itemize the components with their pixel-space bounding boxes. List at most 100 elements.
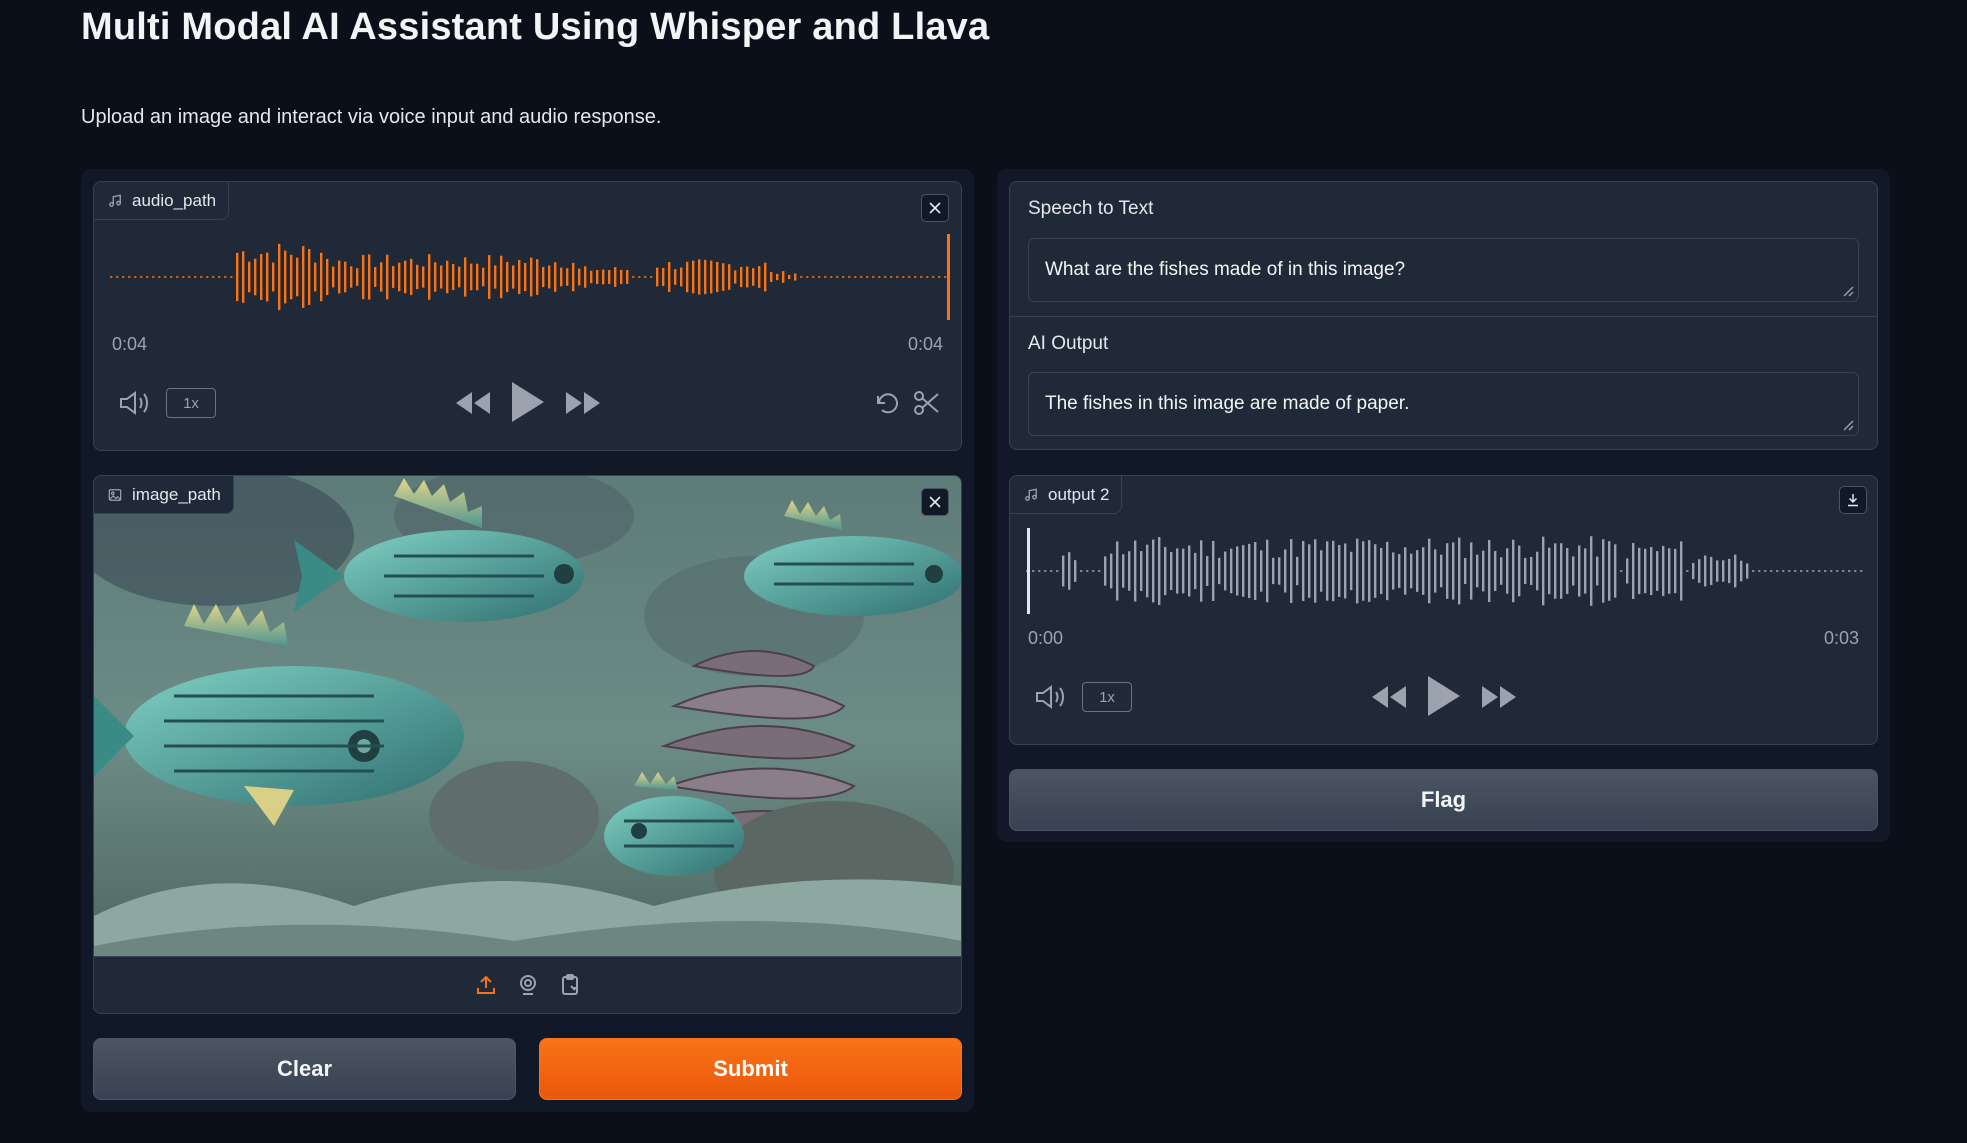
waveform-bar (368, 254, 371, 300)
volume-button[interactable] (1034, 682, 1068, 712)
waveform-bar (1548, 547, 1551, 595)
clear-audio-button[interactable] (921, 194, 949, 222)
scissors-icon (914, 391, 939, 415)
waveform-bar (806, 276, 809, 278)
waveform-bar (842, 276, 845, 278)
playback-speed-button[interactable]: 1x (166, 388, 216, 418)
waveform-bar (356, 268, 359, 286)
waveform-bar (170, 276, 173, 278)
waveform-bar (1344, 543, 1347, 599)
waveform-bar (362, 254, 365, 300)
webcam-source-button[interactable] (514, 971, 542, 999)
music-note-icon (108, 194, 122, 208)
waveform-bar (1188, 545, 1191, 597)
waveform-bar (254, 258, 257, 296)
waveform-bar (1500, 557, 1503, 585)
skip-backward-button[interactable] (454, 388, 492, 418)
waveform-bar (1614, 544, 1617, 598)
audio-input-waveform[interactable] (110, 234, 950, 320)
waveform-bar (1626, 558, 1629, 584)
waveform-bar (902, 276, 905, 278)
waveform-bar (1284, 549, 1287, 593)
playback-speed-button[interactable]: 1x (1082, 682, 1132, 712)
download-audio-button[interactable] (1839, 486, 1867, 514)
waveform-bar (1368, 540, 1371, 602)
waveform-bar (1590, 536, 1593, 606)
upload-source-button[interactable] (472, 971, 500, 999)
waveform-bar (1794, 570, 1797, 572)
trim-audio-button[interactable] (912, 388, 942, 418)
waveform-bar (476, 263, 479, 291)
waveform-bar (584, 266, 587, 288)
playhead-cursor[interactable] (1027, 528, 1030, 614)
waveform-bar (878, 276, 881, 278)
clear-image-button[interactable] (921, 488, 949, 516)
waveform-bar (302, 246, 305, 308)
play-button[interactable] (1422, 674, 1462, 718)
play-button[interactable] (506, 380, 546, 424)
speech-to-text-output[interactable]: What are the fishes made of in this imag… (1028, 238, 1859, 302)
waveform-bar (158, 276, 161, 278)
resize-handle-icon[interactable] (1842, 419, 1854, 431)
waveform-bar (1074, 560, 1077, 582)
waveform-bar (1530, 556, 1533, 586)
submit-button[interactable]: Submit (539, 1038, 962, 1100)
waveform-bar (182, 276, 185, 278)
image-input-block: image_path (93, 475, 962, 1014)
waveform-bar (1656, 551, 1659, 591)
waveform-bar (776, 273, 779, 281)
waveform-bar (1422, 547, 1425, 595)
waveform-bar (1848, 570, 1851, 572)
waveform-bar (1176, 548, 1179, 594)
waveform-bar (464, 257, 467, 297)
waveform-bar (944, 276, 947, 278)
waveform-bar (314, 262, 317, 292)
waveform-bar (1296, 556, 1299, 586)
waveform-bar (434, 262, 437, 292)
reset-audio-button[interactable] (872, 388, 902, 418)
waveform-bar (932, 276, 935, 278)
music-note-icon (1024, 488, 1038, 502)
waveform-bar (260, 254, 263, 300)
clear-button[interactable]: Clear (93, 1038, 516, 1100)
audio-input-block: audio_path 0:04 0:04 1x (93, 181, 962, 451)
waveform-bar (398, 262, 401, 292)
waveform-bar (404, 260, 407, 294)
waveform-bar (794, 273, 797, 281)
resize-handle-icon[interactable] (1842, 285, 1854, 297)
skip-backward-button[interactable] (1370, 682, 1408, 712)
audio-output-label-text: output 2 (1048, 484, 1110, 504)
clipboard-source-button[interactable] (556, 971, 584, 999)
flag-button[interactable]: Flag (1009, 769, 1878, 831)
page-description: Upload an image and interact via voice i… (81, 106, 662, 128)
waveform-bar (1230, 548, 1233, 594)
uploaded-image[interactable] (94, 476, 961, 956)
waveform-bar (1290, 539, 1293, 603)
ai-output-textbox[interactable]: The fishes in this image are made of pap… (1028, 372, 1859, 436)
image-icon (108, 488, 122, 502)
audio-output-label: output 2 (1010, 476, 1123, 514)
audio-output-waveform[interactable] (1026, 528, 1866, 614)
ai-output-value: The fishes in this image are made of pap… (1045, 393, 1410, 414)
waveform-bar (1704, 555, 1707, 587)
skip-forward-button[interactable] (1480, 682, 1518, 712)
waveform-bar (386, 254, 389, 300)
playhead-cursor[interactable] (947, 234, 950, 320)
volume-button[interactable] (118, 388, 152, 418)
waveform-bar (1806, 570, 1809, 572)
waveform-bar (1200, 540, 1203, 602)
waveform-bar (1752, 570, 1755, 572)
skip-forward-button[interactable] (564, 388, 602, 418)
waveform-bar (908, 276, 911, 278)
waveform-bar (1452, 542, 1455, 600)
waveform-bar (1116, 541, 1119, 601)
waveform-bar (752, 268, 755, 286)
waveform-bar (566, 268, 569, 286)
waveform-bar (1122, 554, 1125, 588)
waveform-bar (1410, 553, 1413, 589)
waveform-bar (1362, 541, 1365, 601)
waveform-bar (524, 262, 527, 292)
waveform-bar (686, 261, 689, 293)
waveform-bar (1242, 545, 1245, 597)
waveform-bar (1728, 558, 1731, 584)
